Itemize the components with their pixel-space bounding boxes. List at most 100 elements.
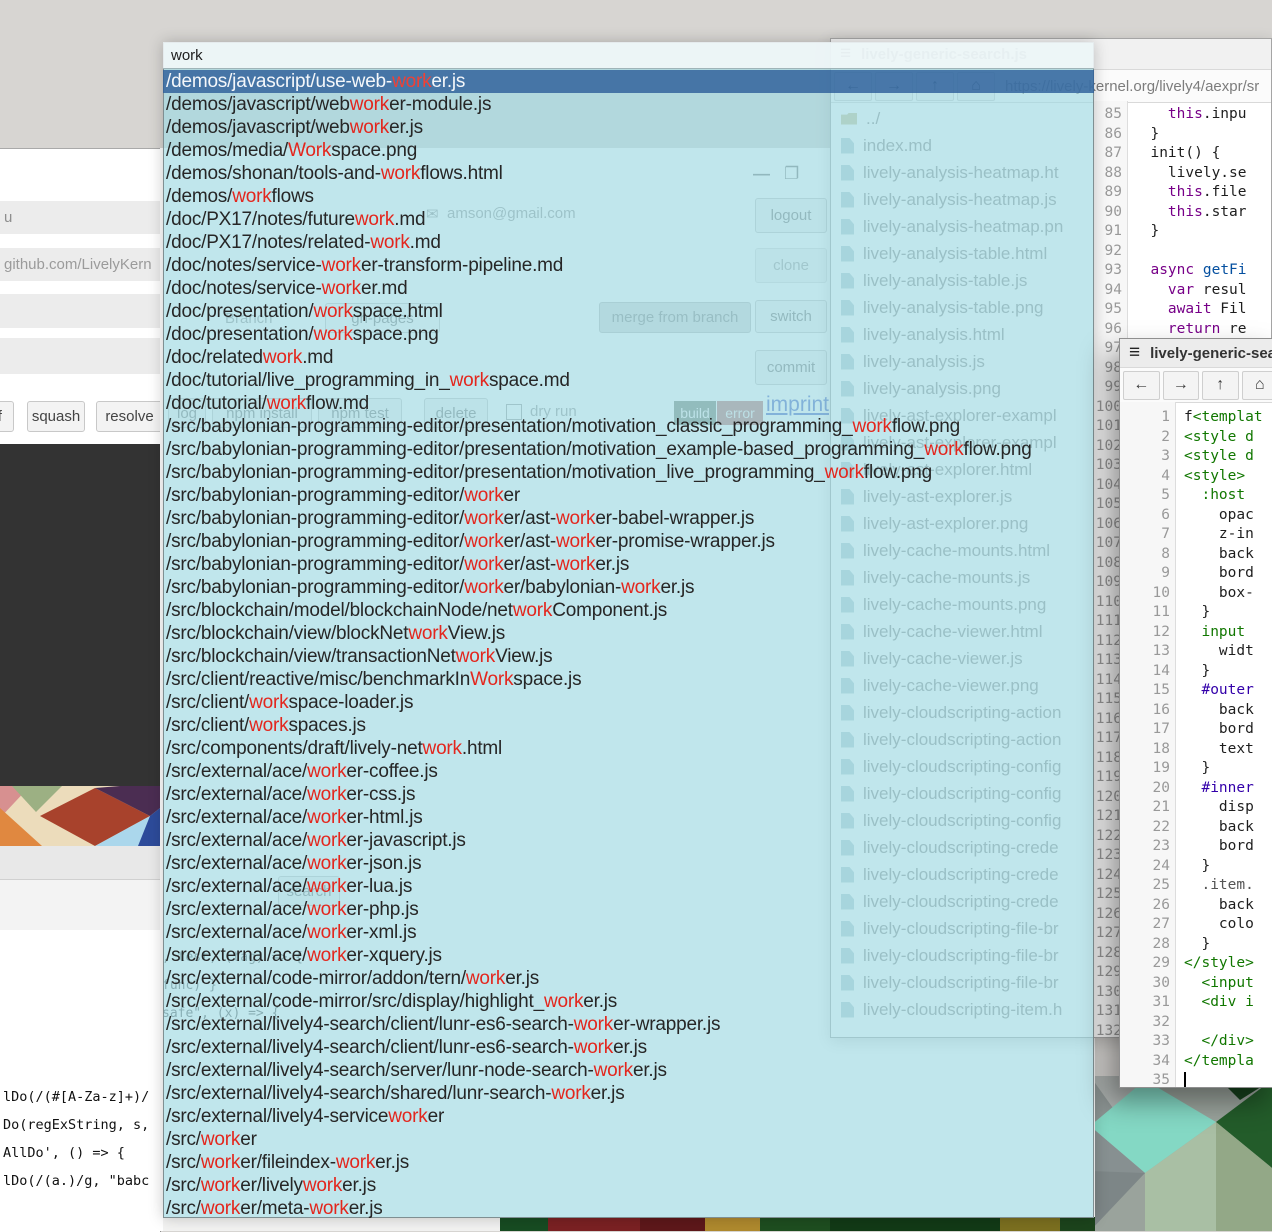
line-number: 7 [1120, 525, 1175, 545]
search-result-row[interactable]: /src/external/ace/worker-lua.js [163, 875, 1094, 898]
line-number: 2 [1120, 428, 1175, 448]
line-number: 1 [1120, 408, 1175, 428]
search-result-row[interactable]: /demos/javascript/use-web-worker.js [163, 70, 1094, 93]
forward-button[interactable]: → [1163, 371, 1200, 400]
search-result-row[interactable]: /src/external/code-mirror/addon/tern/wor… [163, 967, 1094, 990]
line-number: 89 [1094, 183, 1127, 203]
search-result-row[interactable]: /src/blockchain/view/transactionNetworkV… [163, 645, 1094, 668]
line-number: 22 [1120, 818, 1175, 838]
line-number: 92 [1094, 242, 1127, 262]
back-button[interactable]: ← [1123, 371, 1160, 400]
line-number: 88 [1094, 164, 1127, 184]
code-window-titlebar[interactable]: ≡ lively-generic-search.js [1120, 339, 1272, 368]
code-line: <style d [1184, 428, 1272, 448]
search-result-row[interactable]: /src/external/ace/worker-javascript.js [163, 829, 1094, 852]
code-line: :host [1184, 486, 1272, 506]
search-result-row[interactable]: /src/external/lively4-search/client/lunr… [163, 1036, 1094, 1059]
search-result-row[interactable]: /src/external/lively4-search/shared/lunr… [163, 1082, 1094, 1105]
search-result-row[interactable]: /src/external/ace/worker-css.js [163, 783, 1094, 806]
search-result-row[interactable]: /src/external/ace/worker-php.js [163, 898, 1094, 921]
search-result-row[interactable]: /src/external/ace/worker-json.js [163, 852, 1094, 875]
search-input[interactable] [163, 42, 1094, 69]
search-result-row[interactable]: /src/blockchain/view/blockNetworkView.js [163, 622, 1094, 645]
search-result-row[interactable]: /src/worker [163, 1128, 1094, 1151]
code-window-navbar: ← → ↑ ⌂ [1120, 368, 1272, 403]
search-result-row[interactable]: /src/external/ace/worker-coffee.js [163, 760, 1094, 783]
line-number: 86 [1094, 125, 1127, 145]
search-result-row[interactable]: /src/external/lively4-search/client/lunr… [163, 1013, 1094, 1036]
search-result-row[interactable]: /src/external/lively4-serviceworker [163, 1105, 1094, 1128]
code-line: input [1184, 623, 1272, 643]
code-line: #outer [1184, 681, 1272, 701]
search-result-row[interactable]: /src/worker/fileindex-worker.js [163, 1151, 1094, 1174]
line-number: 9 [1120, 564, 1175, 584]
search-result-row[interactable]: /src/external/code-mirror/src/display/hi… [163, 990, 1094, 1013]
code-line: init() { [1133, 144, 1271, 164]
search-result-row[interactable]: /doc/relatedwork.md [163, 346, 1094, 369]
search-result-row[interactable]: /src/external/ace/worker-xml.js [163, 921, 1094, 944]
search-result-row[interactable]: /src/babylonian-programming-editor/prese… [163, 461, 1094, 484]
left-field-1-value: u [4, 209, 12, 226]
code-line: </style> [1184, 954, 1272, 974]
code-line: this.inpu [1133, 105, 1271, 125]
search-result-row[interactable]: /src/client/workspace-loader.js [163, 691, 1094, 714]
left-field-3[interactable] [0, 294, 160, 328]
search-result-row[interactable]: /doc/tutorial/workflow.md [163, 392, 1094, 415]
search-result-row[interactable]: /demos/workflows [163, 185, 1094, 208]
search-result-row[interactable]: /src/babylonian-programming-editor/worke… [163, 553, 1094, 576]
left-tool-window: u github.com/LivelyKern diff squash reso… [0, 148, 161, 1232]
search-result-row[interactable]: /demos/javascript/webworker-module.js [163, 93, 1094, 116]
line-number: 35 [1120, 1071, 1175, 1088]
search-result-row[interactable]: /src/babylonian-programming-editor/prese… [163, 438, 1094, 461]
search-result-row[interactable]: /src/babylonian-programming-editor/worke… [163, 484, 1094, 507]
left-field-repo-url[interactable]: github.com/LivelyKern [0, 248, 160, 281]
code-line: bord [1184, 837, 1272, 857]
search-result-row[interactable]: /src/client/reactive/misc/benchmarkInWor… [163, 668, 1094, 691]
squash-button[interactable]: squash [27, 401, 85, 432]
search-result-row[interactable]: /src/babylonian-programming-editor/worke… [163, 576, 1094, 599]
search-result-row[interactable]: /src/blockchain/model/blockchainNode/net… [163, 599, 1094, 622]
search-result-row[interactable]: /src/worker/livelyworker.js [163, 1174, 1094, 1197]
home-button[interactable]: ⌂ [1242, 371, 1272, 400]
line-number: 16 [1120, 701, 1175, 721]
search-result-row[interactable]: /src/babylonian-programming-editor/worke… [163, 530, 1094, 553]
code-line: <input [1184, 974, 1272, 994]
search-result-row[interactable]: /doc/presentation/workspace.png [163, 323, 1094, 346]
search-result-row[interactable]: /src/client/workspaces.js [163, 714, 1094, 737]
menu-icon[interactable]: ≡ [1129, 342, 1140, 364]
diff-button[interactable]: diff [0, 401, 14, 432]
code-line: } [1133, 125, 1271, 145]
search-result-row[interactable]: /doc/PX17/notes/futurework.md [163, 208, 1094, 231]
line-number: 23 [1120, 837, 1175, 857]
search-result-row[interactable]: /src/external/ace/worker-html.js [163, 806, 1094, 829]
file-search-overlay: /demos/javascript/use-web-worker.js/demo… [163, 42, 1094, 1218]
line-number: 94 [1094, 281, 1127, 301]
search-result-row[interactable]: /src/babylonian-programming-editor/prese… [163, 415, 1094, 438]
search-result-row[interactable]: /src/external/ace/worker-xquery.js [163, 944, 1094, 967]
left-field-1[interactable]: u [0, 201, 160, 234]
search-result-row[interactable]: /doc/notes/service-worker.md [163, 277, 1094, 300]
code-line: } [1133, 222, 1271, 242]
code-line: disp [1184, 798, 1272, 818]
search-result-row[interactable]: /demos/shonan/tools-and-workflows.html [163, 162, 1094, 185]
code-line: #inner [1184, 779, 1272, 799]
search-result-row[interactable]: /doc/PX17/notes/related-work.md [163, 231, 1094, 254]
editor-code[interactable]: f<templat<style d<style d<style> :host o… [1184, 402, 1272, 1087]
search-result-row[interactable]: /src/worker/meta-worker.js [163, 1197, 1094, 1218]
up-button[interactable]: ↑ [1202, 371, 1239, 400]
left-field-4[interactable] [0, 338, 160, 374]
search-result-row[interactable]: /src/external/lively4-search/server/lunr… [163, 1059, 1094, 1082]
line-number: 30 [1120, 974, 1175, 994]
code-line: this.star [1133, 203, 1271, 223]
search-result-row[interactable]: /src/babylonian-programming-editor/worke… [163, 507, 1094, 530]
search-result-row[interactable]: /demos/media/Workspace.png [163, 139, 1094, 162]
code-window: ≡ lively-generic-search.js ← → ↑ ⌂ 12345… [1119, 338, 1272, 1088]
line-number: 34 [1120, 1052, 1175, 1072]
search-result-row[interactable]: /demos/javascript/webworker.js [163, 116, 1094, 139]
code-line: .item. [1184, 876, 1272, 896]
search-result-row[interactable]: /doc/presentation/workspace.html [163, 300, 1094, 323]
search-result-row[interactable]: /src/components/draft/lively-network.htm… [163, 737, 1094, 760]
resolve-button[interactable]: resolve [96, 401, 161, 432]
search-result-row[interactable]: /doc/notes/service-worker-transform-pipe… [163, 254, 1094, 277]
search-result-row[interactable]: /doc/tutorial/live_programming_in_worksp… [163, 369, 1094, 392]
